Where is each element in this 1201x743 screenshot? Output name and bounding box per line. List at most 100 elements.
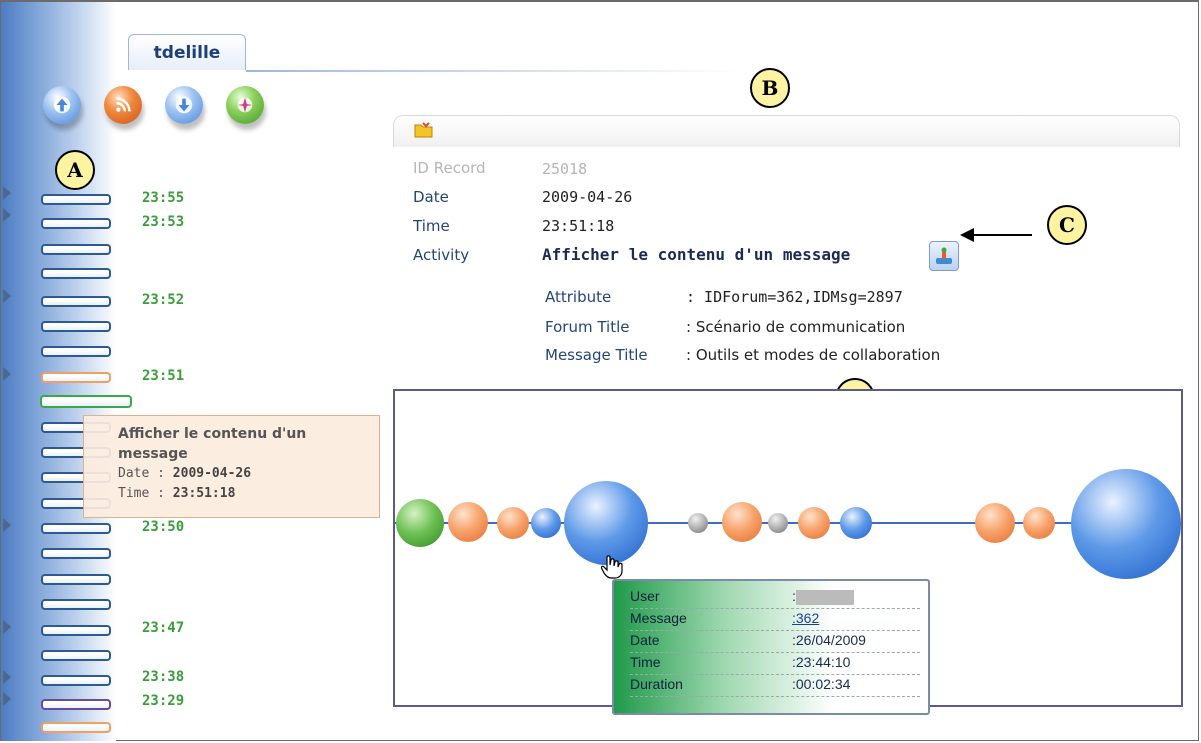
tab-underline [246, 70, 746, 72]
message-title-value: : Outils et modes de collaboration [686, 346, 941, 364]
record-activity-label: Activity [413, 246, 470, 264]
timeline-event-selected[interactable] [40, 395, 132, 408]
folder-open-icon[interactable] [414, 121, 434, 139]
timeline-tick-arrow [3, 518, 11, 532]
tooltip-time-label: Time : [118, 486, 165, 501]
timeline-event[interactable] [41, 218, 111, 229]
graph-node[interactable] [1071, 469, 1181, 579]
redacted-user [795, 589, 854, 605]
forum-title-label: Forum Title [545, 318, 630, 336]
tooltip-time: Time : 23:51:18 [118, 484, 379, 504]
timeline-tick-arrow [3, 186, 11, 200]
detail-row-date: Date :26/04/2009 [630, 631, 920, 653]
timeline-tick-arrow [3, 670, 11, 684]
timeline-event[interactable] [41, 675, 111, 686]
timeline-tick-arrow [3, 692, 11, 706]
marker-c: C [1047, 205, 1087, 245]
message-title-label: Message Title [545, 346, 648, 364]
node-details-popup: User : Message :362 Date :26/04/2009 Tim… [612, 579, 930, 715]
timeline-time-label: 23:51 [142, 368, 185, 384]
graph-node[interactable] [840, 507, 872, 539]
graph-node[interactable] [688, 513, 708, 533]
timeline-time-label: 23:55 [142, 190, 185, 206]
detail-duration-value: :00:02:34 [792, 676, 851, 692]
timeline-event[interactable] [41, 321, 111, 332]
timeline-event[interactable] [41, 722, 111, 733]
graph-node[interactable] [975, 503, 1015, 543]
attribute-value: : IDForum=362,IDMsg=2897 [686, 288, 903, 306]
record-date-label: Date [413, 188, 449, 206]
detail-message-label: Message [630, 610, 687, 626]
record-time-label: Time [413, 217, 450, 235]
timeline-event[interactable] [41, 372, 111, 383]
timeline-event[interactable] [41, 650, 111, 661]
timeline-time-label: 23:52 [142, 292, 185, 308]
graph-node[interactable] [768, 513, 788, 533]
tooltip-date-label: Date : [118, 466, 165, 481]
timeline-tick-arrow [3, 289, 11, 303]
graph-node[interactable] [531, 508, 561, 538]
record-date-value: 2009-04-26 [542, 188, 633, 206]
hand-cursor-icon [601, 555, 623, 579]
detail-row-message: Message :362 [630, 609, 920, 631]
tooltip-title: Afficher le contenu d'un message [118, 426, 307, 462]
detail-time-label: Time [630, 654, 661, 670]
detail-row-duration: Duration :00:02:34 [630, 675, 920, 697]
graph-node[interactable] [722, 502, 762, 542]
timeline-time-label: 23:50 [142, 519, 185, 535]
record-id-label: ID Record [413, 159, 486, 177]
record-time-value: 23:51:18 [542, 217, 615, 235]
timeline-time-label: 23:38 [142, 669, 185, 685]
detail-date-value: :26/04/2009 [792, 632, 866, 648]
timeline-event[interactable] [41, 194, 111, 205]
detail-duration-label: Duration [630, 676, 683, 692]
rss-icon[interactable] [104, 86, 142, 124]
timeline-event[interactable] [41, 268, 111, 279]
filter-icon[interactable] [226, 86, 264, 124]
detail-row-user: User : [630, 587, 920, 609]
graph-node[interactable] [1023, 507, 1055, 539]
forum-title-value: : Scénario de communication [686, 318, 906, 336]
detail-date-label: Date [630, 632, 660, 648]
arrow-left-icon [960, 228, 1032, 242]
detail-user-label: User [630, 588, 660, 604]
record-id-value: 25018 [542, 160, 588, 178]
timeline-event[interactable] [41, 548, 111, 559]
activity-detail-button[interactable] [929, 241, 959, 271]
down-arrow-icon[interactable] [165, 86, 203, 124]
up-arrow-icon[interactable] [43, 86, 81, 124]
timeline-time-label: 23:29 [142, 693, 185, 709]
detail-message-link[interactable]: :362 [792, 610, 819, 626]
graph-node[interactable] [798, 507, 830, 539]
graph-node[interactable] [396, 499, 444, 547]
attribute-label: Attribute [545, 288, 612, 306]
activity-icon [936, 247, 952, 264]
timeline-tick-arrow [3, 208, 11, 222]
timeline-event[interactable] [41, 599, 111, 610]
detail-time-value: :23:44:10 [792, 654, 851, 670]
record-panel-header [393, 115, 1180, 147]
marker-b: B [750, 68, 790, 108]
graph-node[interactable] [448, 502, 488, 542]
timeline-tick-arrow [3, 620, 11, 634]
timeline-event[interactable] [41, 244, 111, 255]
timeline-event[interactable] [41, 625, 111, 636]
detail-user-value: : [792, 588, 854, 605]
timeline-event[interactable] [41, 346, 111, 357]
timeline-event[interactable] [41, 574, 111, 585]
graph-node[interactable] [497, 507, 529, 539]
marker-a: A [55, 150, 95, 190]
tab-user[interactable]: tdelille [128, 34, 246, 70]
record-activity-value: Afficher le contenu d'un message [542, 245, 851, 264]
detail-row-time: Time :23:44:10 [630, 653, 920, 675]
timeline-time-label: 23:53 [142, 214, 185, 230]
tooltip-date: Date : 2009-04-26 [118, 464, 379, 484]
timeline-event[interactable] [41, 523, 111, 534]
timeline-event[interactable] [41, 699, 111, 710]
timeline-event[interactable] [41, 296, 111, 307]
timeline-time-label: 23:47 [142, 620, 185, 636]
timeline-tick-arrow [3, 367, 11, 381]
tooltip-time-value: 23:51:18 [172, 486, 236, 501]
timeline-tooltip: Afficher le contenu d'un message Date : … [83, 415, 380, 518]
graph-node-selected[interactable] [564, 481, 648, 565]
